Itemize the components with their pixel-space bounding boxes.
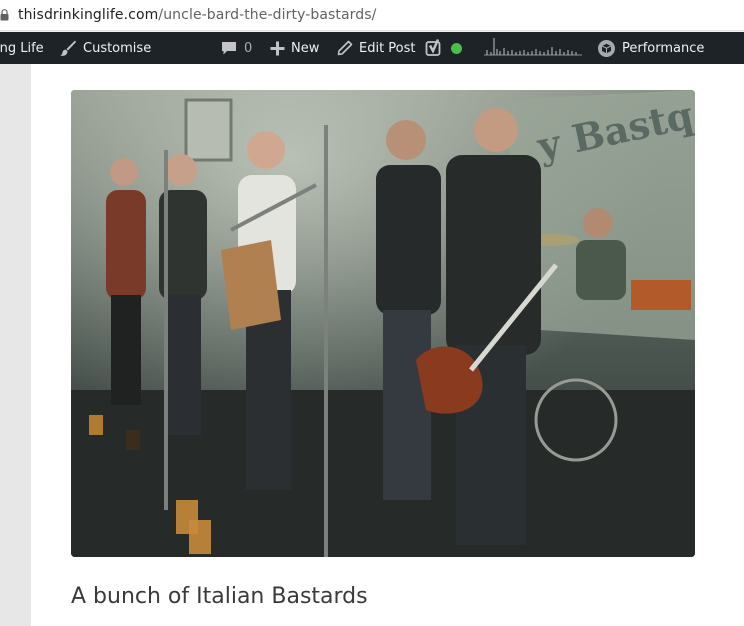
image-caption: A bunch of Italian Bastards	[71, 584, 368, 609]
performance-label: Performance	[622, 40, 705, 56]
comment-bubble-icon	[220, 39, 238, 57]
traffic-graph-link[interactable]	[484, 32, 582, 64]
new-label: New	[291, 40, 320, 56]
site-name-link[interactable]: ing Life	[0, 32, 44, 64]
browser-url-bar[interactable]: thisdrinkinglife.com/uncle-bard-the-dirt…	[0, 0, 744, 31]
plus-icon	[270, 41, 285, 56]
yoast-icon	[425, 38, 445, 58]
url-path: /uncle-bard-the-dirty-bastards/	[158, 7, 377, 23]
new-content-link[interactable]: New	[270, 32, 319, 64]
site-name-label: ing Life	[0, 40, 44, 56]
yoast-seo-link[interactable]	[425, 32, 462, 64]
edit-post-link[interactable]: Edit Post	[337, 32, 416, 64]
page-gutter	[0, 64, 31, 626]
edit-post-label: Edit Post	[359, 40, 416, 56]
lock-icon	[0, 8, 12, 22]
customise-link[interactable]: Customise	[59, 32, 151, 64]
traffic-sparkline-icon	[484, 36, 582, 60]
url-text[interactable]: thisdrinkinglife.com/uncle-bard-the-dirt…	[18, 7, 377, 23]
customise-label: Customise	[83, 40, 152, 56]
pencil-icon	[337, 40, 353, 56]
wp-admin-bar: ing Life Customise 0 New Edit Post Perfo…	[0, 32, 744, 64]
post-featured-image: y Bastq	[71, 90, 695, 557]
comments-count: 0	[244, 40, 253, 56]
seo-status-dot	[451, 42, 462, 54]
performance-cube-icon	[597, 39, 616, 58]
comments-link[interactable]: 0	[220, 32, 252, 64]
performance-link[interactable]: Performance	[597, 32, 704, 64]
url-domain: thisdrinkinglife.com	[18, 7, 159, 23]
brush-icon	[59, 39, 77, 57]
